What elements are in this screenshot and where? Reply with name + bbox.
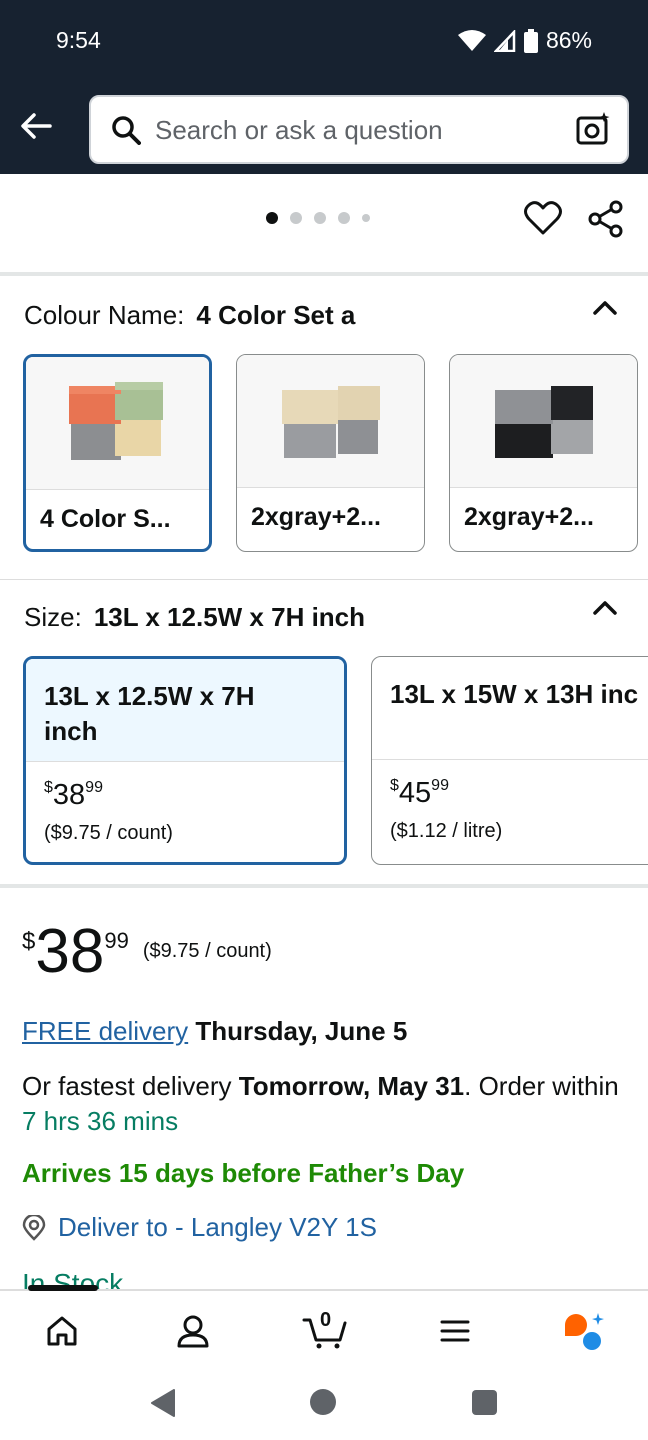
status-icons: 86% [457,27,592,54]
size-option[interactable]: 13L x 15W x 13H inc $4599 ($1.12 / litre… [371,656,648,865]
price-unit: ($9.75 / count) [142,940,272,962]
order-within-prefix: . Order within [464,1071,619,1101]
free-delivery-link[interactable]: FREE delivery [22,1016,188,1046]
search-icon [112,116,141,145]
colour-swatch-option[interactable]: 2xgray+2... [236,354,425,552]
battery-icon [523,28,538,53]
menu-icon [440,1320,470,1342]
colour-label: Colour Name: 4 Color Set a [24,300,355,331]
carousel-dot[interactable] [362,214,370,222]
size-option-header: 13L x 15W x 13H inc [372,657,648,760]
swatch-image [450,355,637,488]
nav-home[interactable] [40,1309,84,1353]
carousel-dot[interactable] [314,212,326,224]
search-input[interactable] [155,111,555,149]
fastest-date: Tomorrow, May 31 [238,1071,465,1101]
storage-bins-image [494,386,593,458]
status-time: 9:54 [56,27,101,53]
size-label: Size: 13L x 12.5W x 7H inch [24,602,365,633]
swatch-label: 2xgray+2... [464,503,594,531]
price-whole: 45 [398,777,432,809]
heart-icon[interactable] [524,200,562,236]
deliver-to-text: Deliver to - Langley V2Y 1S [58,1212,377,1242]
size-option-name: 13L x 15W x 13H inc [390,679,639,709]
carousel-dot[interactable] [266,212,278,224]
nav-rufus[interactable] [562,1309,606,1353]
colour-swatch-option[interactable]: 4 Color S... [23,354,212,552]
carousel-dot[interactable] [290,212,302,224]
size-option[interactable]: 13L x 12.5W x 7H inch $3899 ($9.75 / cou… [23,656,347,865]
arrives-note: Arrives 15 days before Father’s Day [22,1158,465,1188]
rufus-assistant-icon [565,1313,604,1350]
active-tab-indicator [28,1285,98,1291]
size-option-unit-price: ($1.12 / litre) [390,820,503,842]
size-option-name: 13L x 12.5W x 7H inch [44,681,255,746]
free-delivery-date: Thursday, June 5 [195,1016,408,1046]
person-icon [177,1315,209,1348]
size-option-price: $3899 [44,779,103,812]
colour-label-text: Colour Name: [24,300,185,330]
price-symbol: $ [44,779,53,796]
system-back-icon[interactable] [150,1388,176,1418]
wifi-icon [457,29,486,51]
home-icon [47,1316,77,1346]
battery-level: 86% [545,27,592,53]
swatch-label: 4 Color S... [40,505,171,533]
swatch-image [26,357,209,490]
chevron-up-icon[interactable] [592,598,618,616]
colour-section: Colour Name: 4 Color Set a 4 Color S... 2… [0,280,648,580]
size-option-price: $4599 [390,777,449,810]
price-whole: 38 [35,917,105,986]
status-bar: 9:54 86% [0,0,648,82]
image-carousel-bar [0,174,648,276]
size-value: 13L x 12.5W x 7H inch [93,602,366,632]
size-option-unit-price: ($9.75 / count) [44,822,173,844]
back-arrow-icon [21,113,52,139]
free-delivery-line: FREE delivery Thursday, June 5 [22,1016,407,1047]
carousel-dot[interactable] [338,212,350,224]
back-button[interactable] [14,104,58,148]
cart-count: 0 [320,1309,332,1331]
size-label-text: Size: [24,602,82,632]
location-pin-icon [22,1214,46,1241]
storage-bins-image [68,382,163,460]
system-nav-bar [0,1367,648,1440]
deliver-to-link[interactable]: Deliver to - Langley V2Y 1S [22,1212,377,1243]
nav-menu[interactable] [433,1309,477,1353]
system-home-icon[interactable] [309,1388,337,1416]
system-recents-icon[interactable] [472,1390,497,1415]
carousel-dots[interactable] [266,212,370,224]
nav-cart[interactable]: 0 [300,1309,350,1353]
main-price: $ 38 99 ($9.75 / count) [22,920,272,984]
order-within-time: 7 hrs 36 mins [22,1106,179,1136]
swatch-label: 2xgray+2... [251,503,381,531]
signal-icon [493,29,516,52]
fastest-prefix: Or fastest delivery [22,1071,232,1101]
fastest-delivery-line: Or fastest delivery Tomorrow, May 31. Or… [22,1069,622,1139]
size-section: Size: 13L x 12.5W x 7H inch 13L x 12.5W x… [0,582,648,888]
header [0,82,648,174]
storage-bins-image [281,386,380,458]
size-option-header: 13L x 12.5W x 7H inch [26,659,344,762]
price-whole: 38 [52,779,86,811]
camera-search-icon[interactable] [575,111,611,147]
nav-account[interactable] [171,1309,215,1353]
share-icon[interactable] [587,200,625,238]
colour-value: 4 Color Set a [196,300,356,330]
colour-swatch-option[interactable]: 2xgray+2... [449,354,638,552]
bottom-nav: 0 [0,1285,648,1367]
chevron-up-icon[interactable] [592,298,618,316]
price-fraction: 99 [85,779,103,796]
price-symbol: $ [22,928,36,955]
price-fraction: 99 [431,777,449,794]
price-fraction: 99 [104,928,129,953]
search-box[interactable] [89,95,629,164]
swatch-image [237,355,424,488]
price-symbol: $ [390,777,399,794]
